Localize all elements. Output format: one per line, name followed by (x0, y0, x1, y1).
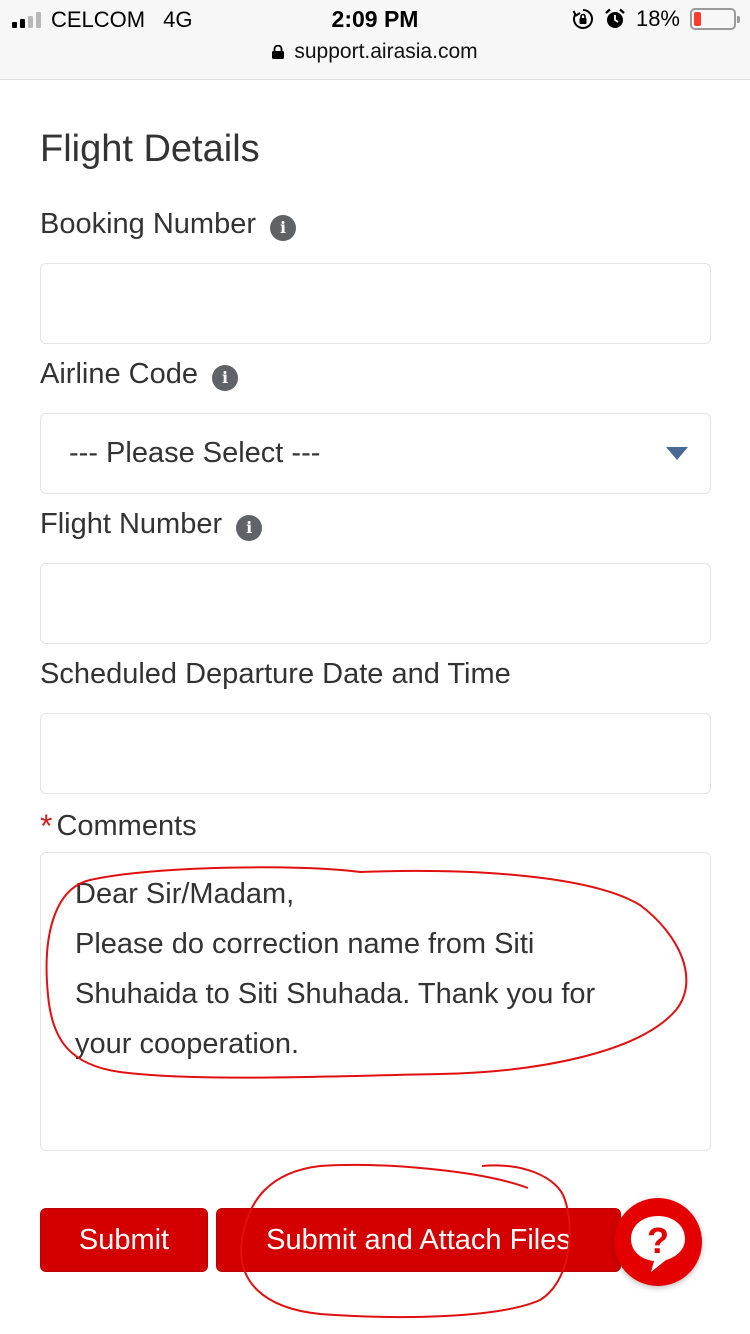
comment-line: Shuhaida to Siti Shuhada. Thank you for (75, 978, 596, 1010)
help-glyph: ? (647, 1220, 669, 1261)
help-chat-button[interactable]: ? (614, 1198, 702, 1286)
flight-number-label: Flight Number i (40, 508, 263, 541)
comments-label-text: Comments (56, 810, 197, 842)
info-icon[interactable]: i (270, 214, 296, 241)
flight-number-label-text: Flight Number (40, 508, 223, 540)
comment-line: your cooperation. (75, 1028, 300, 1060)
battery-percent: 18% (635, 6, 680, 31)
address-bar[interactable]: support.airasia.com (0, 40, 750, 64)
departure-datetime-input[interactable] (40, 713, 711, 794)
status-bar: CELCOM 4G 2:09 PM 18% support.airasia.co… (0, 0, 750, 80)
booking-number-label: Booking Number i (40, 208, 296, 241)
booking-number-input[interactable] (40, 263, 711, 344)
info-icon[interactable]: i (211, 364, 238, 391)
section-title: Flight Details (40, 128, 260, 170)
submit-button[interactable]: Submit (40, 1208, 208, 1272)
departure-label: Scheduled Departure Date and Time (40, 658, 511, 691)
airline-code-selected-value: --- Please Select --- (69, 437, 321, 469)
padlock-icon (272, 45, 285, 59)
departure-label-text: Scheduled Departure Date and Time (40, 658, 511, 690)
booking-number-label-text: Booking Number (40, 208, 256, 240)
required-marker: * (40, 808, 53, 844)
question-mark-chat-icon: ? (631, 1216, 685, 1272)
url-text: support.airasia.com (294, 40, 478, 63)
alarm-icon (605, 8, 625, 28)
flight-number-input[interactable] (40, 563, 711, 644)
info-icon[interactable]: i (236, 514, 263, 541)
rotation-lock-icon (572, 9, 593, 29)
submit-and-attach-files-button[interactable]: Submit and Attach Files (216, 1208, 621, 1272)
dropdown-caret-icon (666, 447, 688, 460)
comments-textarea[interactable]: Dear Sir/Madam, Please do correction nam… (40, 852, 711, 1151)
comment-line: Dear Sir/Madam, (75, 878, 295, 910)
comment-line: Please do correction name from Siti (75, 928, 535, 960)
airline-code-select[interactable]: --- Please Select --- (40, 413, 711, 494)
airline-code-label: Airline Code i (40, 358, 238, 391)
battery-icon (690, 8, 740, 30)
comments-label: * Comments (40, 808, 197, 845)
airline-code-label-text: Airline Code (40, 358, 198, 390)
